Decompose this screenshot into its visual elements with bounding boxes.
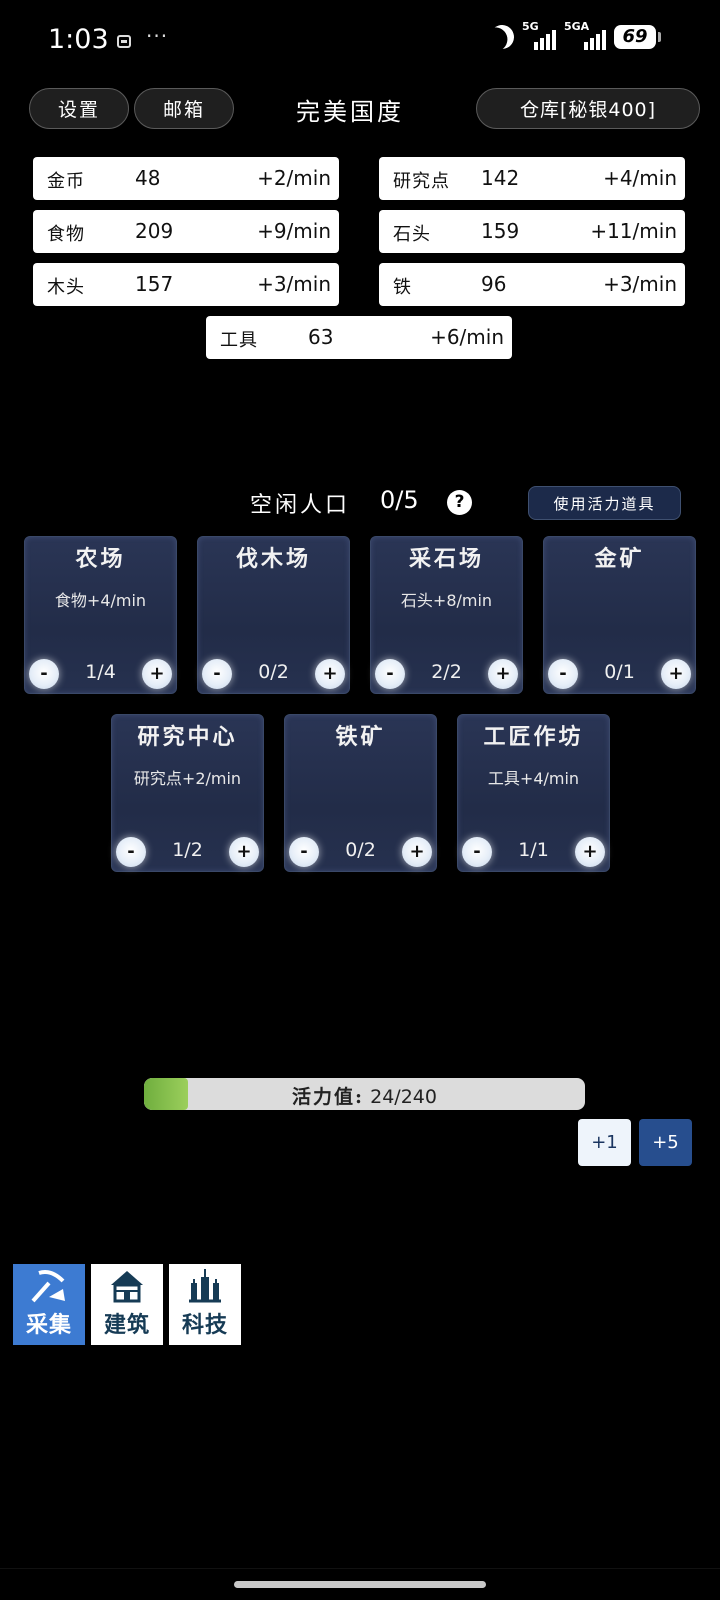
- resource-name: 研究点: [393, 171, 450, 192]
- resource-food: 食物 209 +9/min: [33, 210, 339, 253]
- building-production: 石头+8/min: [400, 591, 493, 610]
- notification-icon: [117, 35, 131, 48]
- status-indicators: 5G 5GA 69: [487, 20, 661, 53]
- building-production: 食物+4/min: [54, 591, 147, 610]
- home-indicator[interactable]: [234, 1581, 486, 1588]
- nav-tab-gather[interactable]: 采集: [13, 1264, 85, 1345]
- decrease-workers-button[interactable]: -: [116, 837, 146, 867]
- resource-value: 48: [135, 166, 161, 190]
- building-name: 工匠作坊: [483, 724, 584, 750]
- resource-rate: +3/min: [257, 272, 331, 296]
- resource-value: 157: [135, 272, 174, 296]
- increase-workers-button[interactable]: +: [229, 837, 259, 867]
- warehouse-button[interactable]: 仓库[秘银400]: [476, 88, 700, 129]
- resource-rate: +2/min: [257, 166, 331, 190]
- building-name: 伐木场: [235, 546, 311, 572]
- resource-value: 209: [135, 219, 174, 243]
- resource-gold: 金币 48 +2/min: [33, 157, 339, 200]
- decrease-workers-button[interactable]: -: [462, 837, 492, 867]
- page-title: 完美国度: [296, 98, 404, 126]
- building-card-workshop: 工匠作坊 工具+4/min 1/1 - +: [457, 714, 610, 872]
- idle-population-value: 0/5: [380, 486, 419, 514]
- add-vitality-1-button[interactable]: +1: [578, 1119, 631, 1166]
- battery-icon: 69: [614, 25, 661, 49]
- increase-workers-button[interactable]: +: [488, 659, 518, 689]
- mailbox-button[interactable]: 邮箱: [134, 88, 234, 129]
- resource-rate: +4/min: [603, 166, 677, 190]
- resource-value: 96: [481, 272, 507, 296]
- add-vitality-5-button[interactable]: +5: [639, 1119, 692, 1166]
- resource-rate: +11/min: [590, 219, 677, 243]
- nav-tab-build[interactable]: 建筑: [91, 1264, 163, 1345]
- signal-5g-icon: 5G: [522, 20, 556, 50]
- status-time: 1:03: [48, 24, 109, 55]
- increase-workers-button[interactable]: +: [315, 659, 345, 689]
- vitality-text: 活力值: 24/240: [144, 1082, 585, 1109]
- help-icon[interactable]: ?: [447, 490, 472, 515]
- increase-workers-button[interactable]: +: [575, 837, 605, 867]
- increase-workers-button[interactable]: +: [402, 837, 432, 867]
- resource-name: 铁: [393, 277, 412, 298]
- resource-name: 石头: [393, 224, 431, 245]
- increase-workers-button[interactable]: +: [661, 659, 691, 689]
- vitality-bar: 活力值: 24/240: [144, 1078, 585, 1110]
- resource-name: 木头: [47, 277, 85, 298]
- resource-value: 159: [481, 219, 520, 243]
- decrease-workers-button[interactable]: -: [289, 837, 319, 867]
- resource-value: 142: [481, 166, 520, 190]
- building-card-farm: 农场 食物+4/min 1/4 - +: [24, 536, 177, 694]
- signal-5ga-icon: 5GA: [564, 20, 606, 50]
- resource-name: 食物: [47, 224, 85, 245]
- nav-label: 建筑: [103, 1312, 150, 1338]
- decrease-workers-button[interactable]: -: [29, 659, 59, 689]
- use-vitality-item-button[interactable]: 使用活力道具: [528, 486, 681, 520]
- decrease-workers-button[interactable]: -: [375, 659, 405, 689]
- resource-name: 工具: [220, 330, 258, 351]
- castle-icon: [189, 1269, 221, 1303]
- decrease-workers-button[interactable]: -: [202, 659, 232, 689]
- resource-rate: +3/min: [603, 272, 677, 296]
- vitality-value: 24/240: [370, 1086, 437, 1108]
- house-icon: [111, 1271, 143, 1303]
- resource-research: 研究点 142 +4/min: [379, 157, 685, 200]
- decrease-workers-button[interactable]: -: [548, 659, 578, 689]
- building-name: 采石场: [408, 546, 484, 572]
- resource-wood: 木头 157 +3/min: [33, 263, 339, 306]
- nav-tab-tech[interactable]: 科技: [169, 1264, 241, 1345]
- resource-rate: +6/min: [430, 325, 504, 349]
- building-card-iron-mine: 铁矿 0/2 - +: [284, 714, 437, 872]
- building-card-research-center: 研究中心 研究点+2/min 1/2 - +: [111, 714, 264, 872]
- resource-tools: 工具 63 +6/min: [206, 316, 512, 359]
- building-name: 研究中心: [137, 724, 238, 750]
- resource-name: 金币: [47, 171, 85, 192]
- building-production: 工具+4/min: [487, 769, 580, 788]
- settings-button[interactable]: 设置: [29, 88, 129, 129]
- building-card-gold-mine: 金矿 0/1 - +: [543, 536, 696, 694]
- building-name: 金矿: [594, 546, 645, 572]
- resource-stone: 石头 159 +11/min: [379, 210, 685, 253]
- resource-iron: 铁 96 +3/min: [379, 263, 685, 306]
- vitality-label: 活力值:: [292, 1086, 365, 1108]
- building-name: 农场: [75, 546, 126, 572]
- nav-label: 科技: [181, 1312, 228, 1338]
- resource-rate: +9/min: [257, 219, 331, 243]
- building-card-lumber-mill: 伐木场 0/2 - +: [197, 536, 350, 694]
- building-name: 铁矿: [335, 724, 386, 750]
- resource-value: 63: [308, 325, 334, 349]
- building-production: 研究点+2/min: [133, 769, 242, 788]
- increase-workers-button[interactable]: +: [142, 659, 172, 689]
- nav-label: 采集: [25, 1312, 72, 1338]
- building-card-quarry: 采石场 石头+8/min 2/2 - +: [370, 536, 523, 694]
- more-notifications-icon: ···: [146, 24, 169, 48]
- do-not-disturb-icon: [487, 22, 518, 53]
- pickaxe-icon: [31, 1270, 65, 1303]
- idle-population-label: 空闲人口: [250, 493, 351, 518]
